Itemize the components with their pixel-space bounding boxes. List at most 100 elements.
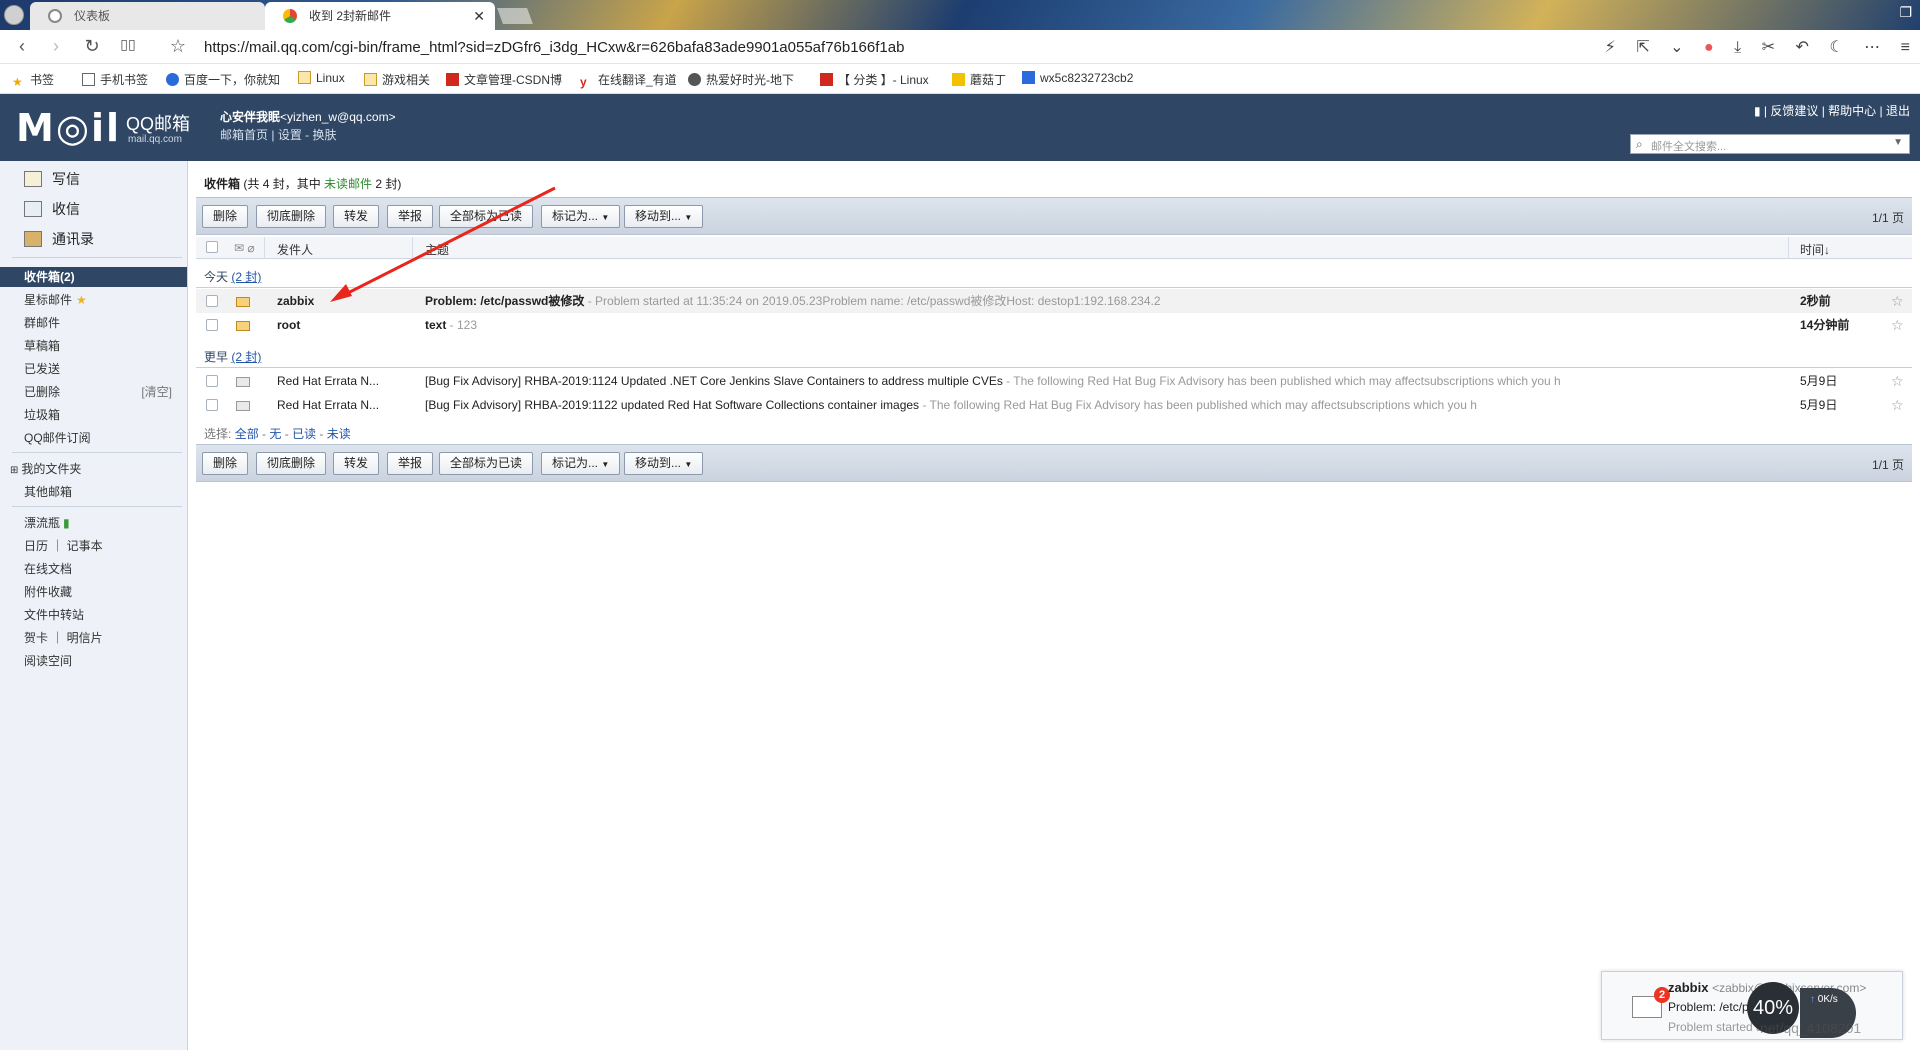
more-icon[interactable]: ⋯	[1864, 39, 1880, 56]
mark-as-dropdown[interactable]: 标记为... ▼	[541, 452, 621, 475]
forward-icon[interactable]: ›	[44, 36, 68, 57]
logout-link[interactable]: 退出	[1886, 104, 1910, 118]
sidebar-item-inbox[interactable]: 收件箱(2)	[0, 267, 187, 287]
clear-deleted-link[interactable]: [清空]	[141, 383, 172, 400]
reader-mode-icon[interactable]: ▯▯	[116, 36, 140, 53]
back-icon[interactable]: ‹	[10, 36, 34, 57]
select-none-link[interactable]: 无	[269, 427, 281, 441]
row-checkbox[interactable]	[206, 375, 218, 387]
sidebar-item-deleted[interactable]: 已删除 [清空]	[24, 383, 180, 400]
scissors-icon[interactable]: ✂	[1762, 39, 1775, 56]
row-checkbox[interactable]	[206, 399, 218, 411]
select-all-link[interactable]: 全部	[235, 427, 259, 441]
sidebar-item-starred[interactable]: 星标邮件 ★	[24, 291, 87, 308]
help-link[interactable]: 帮助中心	[1828, 104, 1876, 118]
sidebar-item-group-mail[interactable]: 群邮件	[24, 314, 60, 331]
sidebar-item-file-transfer[interactable]: 文件中转站	[24, 606, 84, 623]
sidebar-item-reading[interactable]: 阅读空间	[24, 652, 72, 669]
mark-all-read-button[interactable]: 全部标为已读	[439, 205, 534, 228]
settings-link[interactable]: 设置	[278, 128, 302, 142]
download-icon[interactable]: ⤓	[1734, 39, 1741, 56]
bookmark-item[interactable]: 游戏相关	[364, 71, 430, 88]
chevron-down-icon[interactable]: ▼	[1893, 137, 1903, 148]
col-from[interactable]: 发件人	[277, 241, 313, 258]
qqmail-logo[interactable]: M◎il	[16, 106, 121, 150]
receive-button[interactable]: 收信	[24, 199, 80, 219]
bookmark-item[interactable]: 手机书签	[82, 71, 148, 88]
mark-as-dropdown[interactable]: 标记为... ▼	[541, 205, 621, 228]
contacts-button[interactable]: 通讯录	[24, 229, 94, 249]
forward-button[interactable]: 转发	[333, 205, 380, 228]
restore-window-icon[interactable]: ❐	[1899, 4, 1912, 20]
url-field[interactable]: https://mail.qq.com/cgi-bin/frame_html?s…	[204, 39, 904, 56]
tab-qqmail[interactable]: 收到 2封新邮件 ✕	[265, 2, 495, 30]
new-tab-button[interactable]	[497, 8, 533, 24]
mail-row[interactable]: Red Hat Errata N... [Bug Fix Advisory] R…	[196, 369, 1912, 393]
mail-search-input[interactable]: ⌕ 邮件全文搜索... ▼	[1630, 134, 1910, 154]
unread-link[interactable]: 未读邮件	[324, 177, 372, 191]
share-icon[interactable]: ⇱	[1636, 39, 1649, 56]
bookmark-item[interactable]: 文章管理-CSDN博	[446, 71, 562, 88]
undo-icon[interactable]: ↶	[1796, 39, 1809, 56]
compose-button[interactable]: 写信	[24, 169, 80, 189]
mail-row[interactable]: zabbix Problem: /etc/passwd被修改 - Problem…	[196, 289, 1912, 313]
skin-link[interactable]: 换肤	[313, 128, 337, 142]
sidebar-item-sent[interactable]: 已发送	[24, 360, 60, 377]
bookmark-item[interactable]: 热爱好时光-地下	[688, 71, 794, 88]
bookmark-item[interactable]: 蘑菇丁	[952, 71, 1006, 88]
bookmark-item[interactable]: y 在线翻译_有道	[580, 71, 677, 89]
sidebar-item-cards[interactable]: 贺卡 ｜ 明信片	[24, 629, 103, 646]
menu-icon[interactable]: ≡	[1901, 39, 1910, 56]
reload-icon[interactable]: ↻	[80, 36, 104, 57]
sidebar-item-subscriptions[interactable]: QQ邮件订阅	[24, 429, 91, 446]
feedback-link[interactable]: 反馈建议	[1770, 104, 1818, 118]
select-read-link[interactable]: 已读	[292, 427, 316, 441]
select-unread-link[interactable]: 未读	[327, 427, 351, 441]
mail-row[interactable]: root text - 123 14分钟前 ☆	[196, 313, 1912, 337]
bookmark-item[interactable]: ★ 书签	[12, 71, 54, 89]
move-to-dropdown[interactable]: 移动到... ▼	[624, 205, 704, 228]
game-icon[interactable]: ●	[1704, 39, 1714, 56]
bookmark-item[interactable]: Linux	[298, 71, 345, 85]
sidebar-item-attachments[interactable]: 附件收藏	[24, 583, 72, 600]
bookmark-item[interactable]: wx5c8232723cb2	[1022, 71, 1133, 85]
sidebar-item-my-folders[interactable]: ⊞ 我的文件夹	[10, 460, 81, 477]
sidebar-item-online-docs[interactable]: 在线文档	[24, 560, 72, 577]
sidebar-item-calendar[interactable]: 日历 ｜ 记事本	[24, 537, 103, 554]
expand-icon[interactable]: ⊞	[10, 465, 18, 476]
phone-icon[interactable]: ▮	[1754, 104, 1761, 118]
mailbox-home-link[interactable]: 邮箱首页	[220, 128, 268, 142]
sidebar-item-spam[interactable]: 垃圾箱	[24, 406, 60, 423]
select-all-checkbox[interactable]	[206, 241, 218, 253]
col-time[interactable]: 时间↓	[1800, 241, 1830, 258]
report-button[interactable]: 举报	[387, 452, 434, 475]
delete-button[interactable]: 删除	[202, 205, 249, 228]
move-to-dropdown[interactable]: 移动到... ▼	[624, 452, 704, 475]
flash-icon[interactable]: ⚡	[1605, 39, 1616, 56]
mail-row[interactable]: Red Hat Errata N... [Bug Fix Advisory] R…	[196, 393, 1912, 417]
bookmark-item[interactable]: 百度一下，你就知	[166, 71, 280, 88]
bookmark-item[interactable]: 【 分类 】- Linux	[820, 71, 929, 88]
permanent-delete-button[interactable]: 彻底删除	[256, 452, 327, 475]
star-icon[interactable]: ☆	[1891, 313, 1904, 337]
profile-avatar[interactable]	[4, 5, 24, 25]
bookmark-star-icon[interactable]: ☆	[166, 36, 190, 57]
sidebar-item-drift-bottle[interactable]: 漂流瓶 ▮	[24, 514, 70, 531]
star-icon[interactable]: ☆	[1891, 289, 1904, 313]
row-checkbox[interactable]	[206, 319, 218, 331]
report-button[interactable]: 举报	[387, 205, 434, 228]
delete-button[interactable]: 删除	[202, 452, 249, 475]
night-mode-icon[interactable]: ☾	[1829, 39, 1843, 56]
sidebar-item-other-mailbox[interactable]: 其他邮箱	[24, 483, 72, 500]
close-tab-icon[interactable]: ✕	[473, 2, 485, 30]
col-subject[interactable]: 主题	[425, 241, 449, 258]
star-icon[interactable]: ☆	[1891, 393, 1904, 417]
dropdown-icon[interactable]: ⌄	[1670, 39, 1683, 56]
forward-button[interactable]: 转发	[333, 452, 380, 475]
star-icon[interactable]: ☆	[1891, 369, 1904, 393]
sidebar-item-drafts[interactable]: 草稿箱	[24, 337, 60, 354]
tab-dashboard[interactable]: 仪表板	[30, 2, 265, 30]
row-checkbox[interactable]	[206, 295, 218, 307]
mark-all-read-button[interactable]: 全部标为已读	[439, 452, 534, 475]
permanent-delete-button[interactable]: 彻底删除	[256, 205, 327, 228]
